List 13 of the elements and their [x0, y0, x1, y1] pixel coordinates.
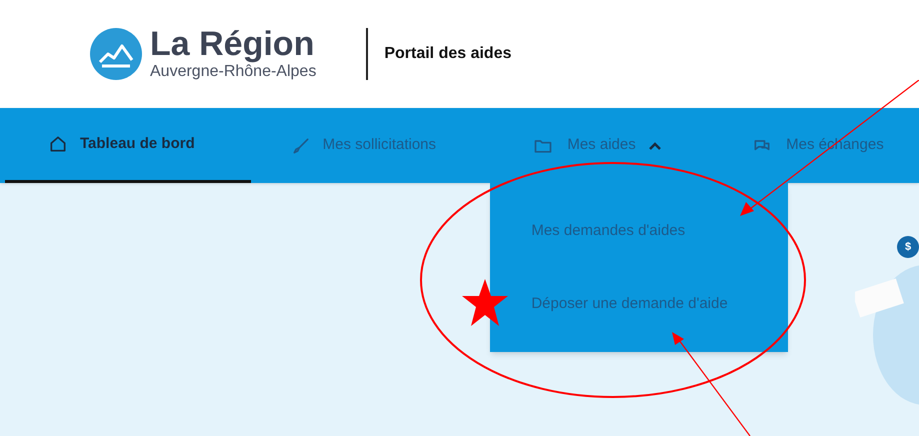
brush-icon: [290, 136, 311, 156]
mountain-logo-icon: [90, 28, 142, 80]
star-icon: [461, 278, 509, 328]
coin-badge: $: [897, 236, 919, 258]
home-icon: [48, 134, 68, 154]
logo-title: La Région: [150, 26, 316, 62]
nav-tab[interactable]: Mes aides: [491, 108, 710, 183]
nav-tab[interactable]: Mes sollicitations: [250, 108, 492, 183]
logo-subtitle: Auvergne-Rhône-Alpes: [150, 62, 316, 82]
nav-tab[interactable]: Tableau de bord: [5, 108, 251, 183]
menu-item[interactable]: Déposer une demande d'aide: [531, 292, 728, 315]
portal-title: Portail des aides: [384, 44, 512, 64]
menu-item[interactable]: Mes demandes d'aides: [531, 220, 686, 242]
